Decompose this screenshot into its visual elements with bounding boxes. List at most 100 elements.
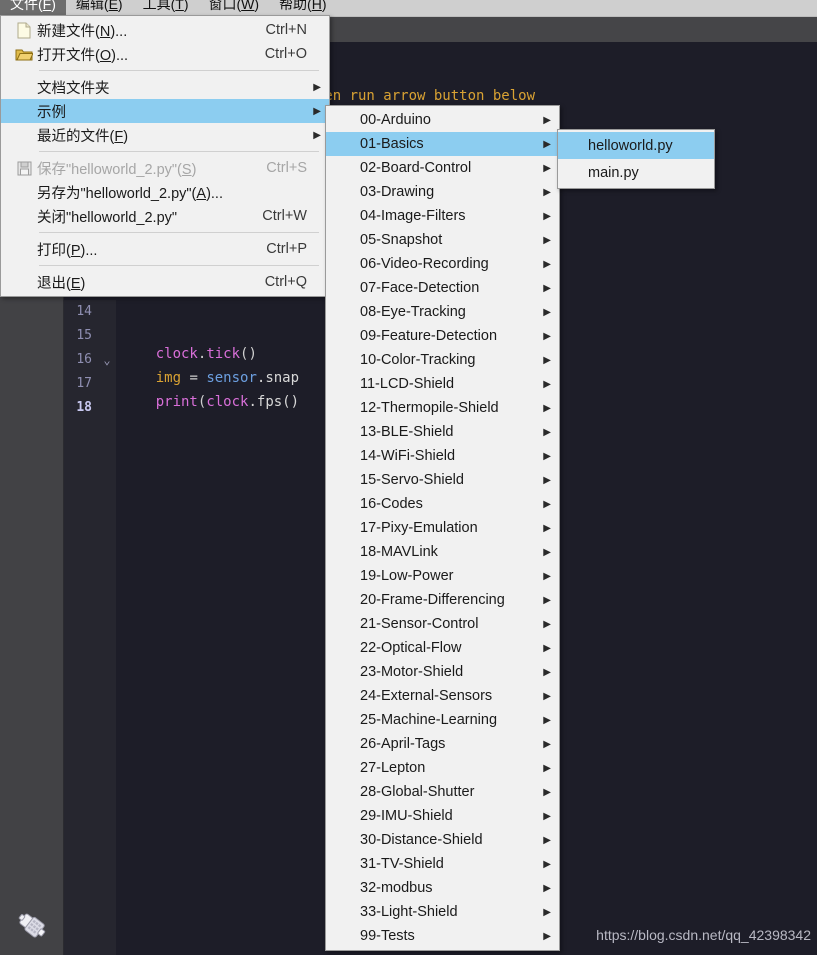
examples-item-10-color-tracking[interactable]: 10-Color-Tracking ▶ — [326, 348, 559, 372]
fold-slot-empty — [98, 324, 116, 348]
menu-item-label: 退出(E) — [37, 275, 86, 292]
examples-item-03-drawing[interactable]: 03-Drawing ▶ — [326, 180, 559, 204]
examples-item-99-tests[interactable]: 99-Tests ▶ — [326, 924, 559, 948]
menu-item-recent-files[interactable]: 最近的文件(F) ▶ — [1, 123, 329, 147]
serial-connector-icon[interactable] — [16, 911, 48, 941]
examples-item-label: 32-modbus — [360, 880, 433, 896]
menu-item-label: 新建文件(N)... — [37, 23, 128, 40]
examples-item-02-board-control[interactable]: 02-Board-Control ▶ — [326, 156, 559, 180]
examples-item-16-codes[interactable]: 16-Codes ▶ — [326, 492, 559, 516]
code-token: .snap — [256, 370, 300, 386]
menu-item-print[interactable]: 打印(P)... Ctrl+P — [1, 237, 329, 261]
menu-item-new-file[interactable]: 新建文件(N)... Ctrl+N — [1, 18, 329, 42]
chevron-down-icon[interactable]: ⌄ — [98, 348, 116, 372]
submenu-arrow-icon: ▶ — [543, 378, 551, 390]
menubar-item-edit[interactable]: 编辑(E) — [66, 0, 133, 16]
menu-item-open-file[interactable]: 打开文件(O)... Ctrl+O — [1, 42, 329, 66]
examples-item-28-global-shutter[interactable]: 28-Global-Shutter ▶ — [326, 780, 559, 804]
examples-item-22-optical-flow[interactable]: 22-Optical-Flow ▶ — [326, 636, 559, 660]
examples-item-01-basics[interactable]: 01-Basics ▶ — [326, 132, 559, 156]
examples-item-label: 27-Lepton — [360, 760, 426, 776]
examples-item-24-external-sensors[interactable]: 24-External-Sensors ▶ — [326, 684, 559, 708]
examples-item-06-video-recording[interactable]: 06-Video-Recording ▶ — [326, 252, 559, 276]
menu-item-quit[interactable]: 退出(E) Ctrl+Q — [1, 270, 329, 294]
submenu-arrow-icon: ▶ — [543, 162, 551, 174]
examples-item-label: 21-Sensor-Control — [360, 616, 479, 632]
menu-item-examples[interactable]: 示例 ▶ — [1, 99, 329, 123]
examples-item-19-low-power[interactable]: 19-Low-Power ▶ — [326, 564, 559, 588]
menu-item-documents-folder[interactable]: 文档文件夹 ▶ — [1, 75, 329, 99]
examples-item-29-imu-shield[interactable]: 29-IMU-Shield ▶ — [326, 804, 559, 828]
examples-item-05-snapshot[interactable]: 05-Snapshot ▶ — [326, 228, 559, 252]
submenu-arrow-icon: ▶ — [543, 498, 551, 510]
menu-item-label: 保存"helloworld_2.py"(S) — [37, 161, 197, 178]
examples-submenu[interactable]: 00-Arduino ▶ 01-Basics ▶ 02-Board-Control ▶ 03… — [325, 105, 560, 951]
submenu-arrow-icon: ▶ — [543, 738, 551, 750]
examples-item-07-face-detection[interactable]: 07-Face-Detection ▶ — [326, 276, 559, 300]
examples-item-label: 09-Feature-Detection — [360, 328, 498, 344]
code-token: = — [181, 370, 207, 386]
menubar-item-tools[interactable]: 工具(T) — [133, 0, 199, 16]
menu-item-label: 文档文件夹 — [37, 80, 110, 97]
editor-fold-column[interactable]: ⌄ — [98, 300, 116, 955]
code-token: img — [155, 370, 182, 386]
gutter-line-number: 17 — [76, 376, 92, 391]
examples-item-23-motor-shield[interactable]: 23-Motor-Shield ▶ — [326, 660, 559, 684]
menu-item-shortcut: Ctrl+O — [264, 46, 307, 62]
examples-item-label: 05-Snapshot — [360, 232, 443, 248]
basics-item-helloworld-py[interactable]: helloworld.py — [558, 132, 714, 159]
examples-item-label: 14-WiFi-Shield — [360, 448, 456, 464]
examples-item-32-modbus[interactable]: 32-modbus ▶ — [326, 876, 559, 900]
code-token: () — [240, 346, 257, 362]
examples-item-30-distance-shield[interactable]: 30-Distance-Shield ▶ — [326, 828, 559, 852]
menu-item-save-as[interactable]: 另存为"helloworld_2.py"(A)... — [1, 180, 329, 204]
fold-slot-empty — [98, 372, 116, 396]
examples-item-12-thermopile-shield[interactable]: 12-Thermopile-Shield ▶ — [326, 396, 559, 420]
examples-item-label: 25-Machine-Learning — [360, 712, 498, 728]
examples-item-27-lepton[interactable]: 27-Lepton ▶ — [326, 756, 559, 780]
examples-item-label: 15-Servo-Shield — [360, 472, 464, 488]
examples-item-label: 24-External-Sensors — [360, 688, 493, 704]
submenu-arrow-icon: ▶ — [543, 354, 551, 366]
examples-item-25-machine-learning[interactable]: 25-Machine-Learning ▶ — [326, 708, 559, 732]
examples-item-label: 26-April-Tags — [360, 736, 446, 752]
menubar-item-file[interactable]: 文件(F) — [0, 0, 66, 16]
examples-item-20-frame-differencing[interactable]: 20-Frame-Differencing ▶ — [326, 588, 559, 612]
examples-item-13-ble-shield[interactable]: 13-BLE-Shield ▶ — [326, 420, 559, 444]
submenu-arrow-icon: ▶ — [543, 330, 551, 342]
menu-item-label: 关闭"helloworld_2.py" — [37, 209, 178, 226]
editor-line-number-gutter: 14 15 16 17 18 — [63, 300, 98, 955]
examples-item-label: 22-Optical-Flow — [360, 640, 462, 656]
file-dropdown-menu[interactable]: 新建文件(N)... Ctrl+N 打开文件(O)... Ctrl+O 文档文件夹 ▶ 示例… — [0, 15, 330, 297]
examples-item-31-tv-shield[interactable]: 31-TV-Shield ▶ — [326, 852, 559, 876]
submenu-arrow-icon: ▶ — [543, 714, 551, 726]
examples-item-08-eye-tracking[interactable]: 08-Eye-Tracking ▶ — [326, 300, 559, 324]
new-file-icon — [11, 22, 37, 39]
examples-item-04-image-filters[interactable]: 04-Image-Filters ▶ — [326, 204, 559, 228]
examples-item-17-pixy-emulation[interactable]: 17-Pixy-Emulation ▶ — [326, 516, 559, 540]
examples-item-14-wifi-shield[interactable]: 14-WiFi-Shield ▶ — [326, 444, 559, 468]
examples-item-15-servo-shield[interactable]: 15-Servo-Shield ▶ — [326, 468, 559, 492]
menu-separator — [39, 70, 319, 71]
examples-item-11-lcd-shield[interactable]: 11-LCD-Shield ▶ — [326, 372, 559, 396]
menu-separator — [39, 265, 319, 266]
menubar-item-window[interactable]: 窗口(W) — [199, 0, 270, 16]
examples-item-09-feature-detection[interactable]: 09-Feature-Detection ▶ — [326, 324, 559, 348]
examples-item-26-april-tags[interactable]: 26-April-Tags ▶ — [326, 732, 559, 756]
submenu-arrow-icon: ▶ — [543, 546, 551, 558]
examples-item-21-sensor-control[interactable]: 21-Sensor-Control ▶ — [326, 612, 559, 636]
save-icon — [11, 161, 37, 176]
examples-item-label: 03-Drawing — [360, 184, 435, 200]
examples-item-33-light-shield[interactable]: 33-Light-Shield ▶ — [326, 900, 559, 924]
menubar-item-help[interactable]: 帮助(H) — [269, 0, 336, 16]
submenu-arrow-icon: ▶ — [543, 450, 551, 462]
menu-item-close[interactable]: 关闭"helloworld_2.py" Ctrl+W — [1, 204, 329, 228]
basics-item-main-py[interactable]: main.py — [558, 159, 714, 186]
submenu-arrow-icon: ▶ — [543, 282, 551, 294]
examples-item-18-mavlink[interactable]: 18-MAVLink ▶ — [326, 540, 559, 564]
basics-submenu[interactable]: helloworld.py main.py — [557, 129, 715, 189]
examples-item-00-arduino[interactable]: 00-Arduino ▶ — [326, 108, 559, 132]
